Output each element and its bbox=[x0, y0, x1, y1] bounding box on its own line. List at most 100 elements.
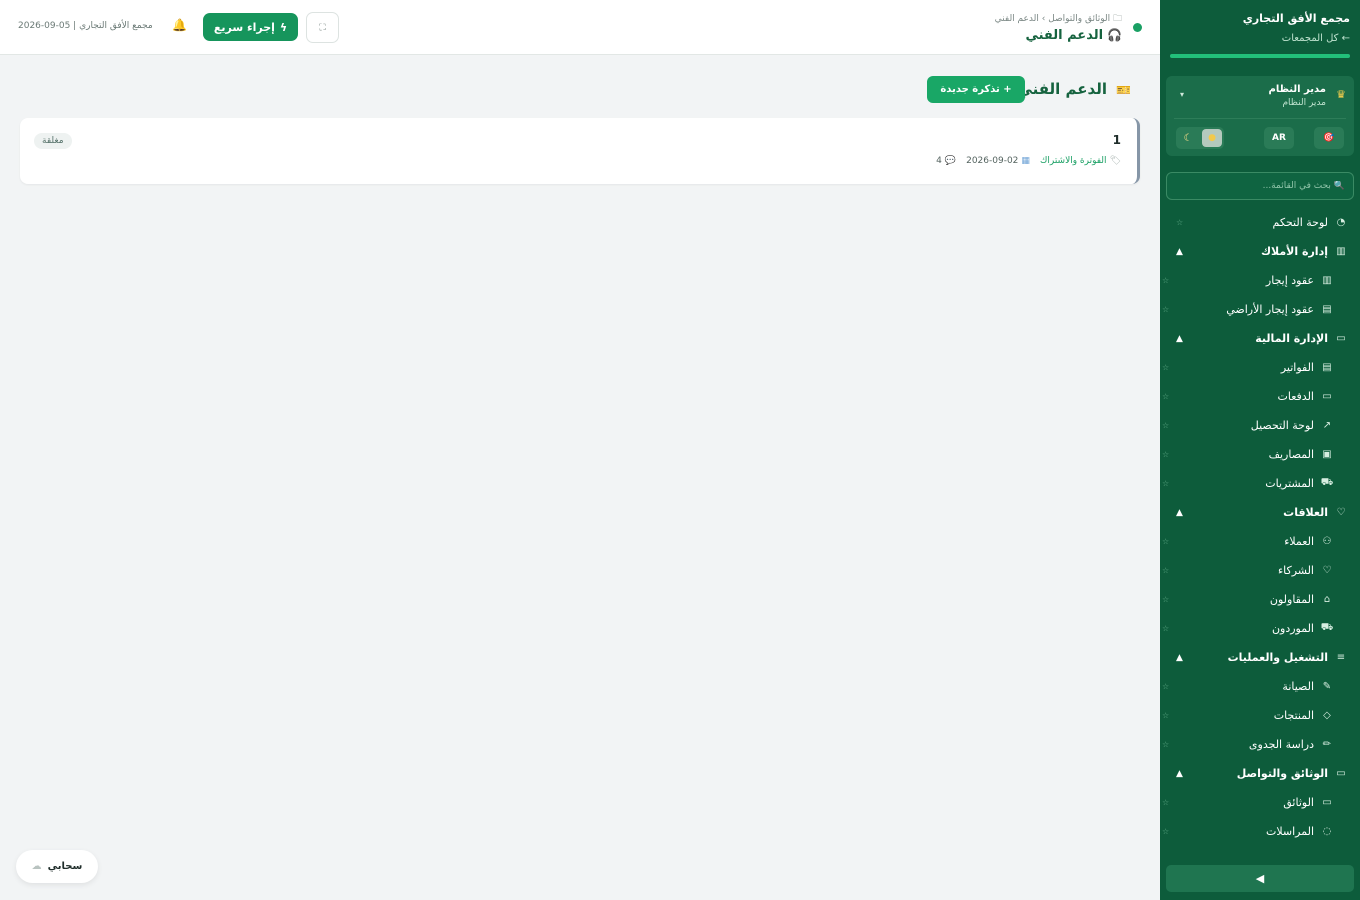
sun-icon[interactable]: ● bbox=[1202, 129, 1222, 147]
caret-up-icon[interactable]: ▲ bbox=[1176, 247, 1183, 257]
sidebar-nav: ◔ لوحة التحكم ☆ ▥ إدارة الأملاك ▲ ▥ عقود إيجار ☆… bbox=[1160, 208, 1360, 846]
sidebar-item-3[interactable]: ▤ عقود إيجار الأراضي ☆ bbox=[1160, 295, 1360, 324]
page-title: 🎧الدعم الفني bbox=[1025, 28, 1122, 43]
sliders-icon: ≡ bbox=[1336, 652, 1346, 663]
language-button[interactable]: AR bbox=[1264, 127, 1294, 149]
caret-up-icon[interactable]: ▲ bbox=[1176, 769, 1183, 779]
sidebar-item-12[interactable]: ♡ الشركاء ☆ bbox=[1160, 556, 1360, 585]
truck-icon: ⛟ bbox=[1320, 622, 1334, 633]
user-role: مدير النظام bbox=[1282, 98, 1326, 108]
sidebar-item-label: المصاريف bbox=[1268, 448, 1314, 461]
sidebar-section-10[interactable]: ♡ العلاقات ▲ bbox=[1160, 498, 1360, 527]
pin-icon[interactable]: ☆ bbox=[1162, 566, 1169, 575]
sidebar-item-label: لوحة التحكم bbox=[1272, 216, 1328, 229]
pin-icon[interactable]: ☆ bbox=[1162, 305, 1169, 314]
headset-icon: 🎧 bbox=[1107, 28, 1122, 42]
sidebar-item-7[interactable]: ↗ لوحة التحصيل ☆ bbox=[1160, 411, 1360, 440]
sidebar-item-6[interactable]: ▭ الدفعات ☆ bbox=[1160, 382, 1360, 411]
brand-block: مجمع الأفق التجاري ← كل المجمعات bbox=[1160, 0, 1360, 44]
date-complex-text: 2026-09-05 | مجمع الأفق التجاري bbox=[18, 21, 153, 31]
sidebar-item-label: عقود إيجار bbox=[1265, 274, 1314, 287]
pin-icon[interactable]: ☆ bbox=[1162, 624, 1169, 633]
ticket-id: 1 bbox=[1112, 133, 1121, 147]
sidebar-item-13[interactable]: ⌂ المقاولون ☆ bbox=[1160, 585, 1360, 614]
breadcrumb-text[interactable]: الوثائق والتواصل › الدعم الفني bbox=[995, 14, 1110, 24]
folder-icon: 🗀 bbox=[1110, 14, 1122, 24]
divider bbox=[1174, 118, 1346, 119]
sidebar-item-2[interactable]: ▥ عقود إيجار ☆ bbox=[1160, 266, 1360, 295]
ticket-icon: 🎫 bbox=[1116, 83, 1131, 97]
sidebar-item-5[interactable]: ▤ الفواتير ☆ bbox=[1160, 353, 1360, 382]
pin-icon[interactable]: ☆ bbox=[1162, 682, 1169, 691]
sidebar-item-9[interactable]: ⛟ المشتريات ☆ bbox=[1160, 469, 1360, 498]
sidebar-item-18[interactable]: ✏ دراسة الجدوى ☆ bbox=[1160, 730, 1360, 759]
collapse-sidebar-button[interactable]: ◀ bbox=[1166, 865, 1354, 892]
sidebar-item-8[interactable]: ▣ المصاريف ☆ bbox=[1160, 440, 1360, 469]
ticket-date: ▦2026-09-02 bbox=[966, 156, 1030, 166]
ticket-replies-count: 4 bbox=[936, 156, 942, 166]
pin-icon[interactable]: ☆ bbox=[1162, 392, 1169, 401]
sidebar-item-21[interactable]: ◌ المراسلات ☆ bbox=[1160, 817, 1360, 846]
caret-up-icon[interactable]: ▲ bbox=[1176, 508, 1183, 518]
sidebar-item-label: عقود إيجار الأراضي bbox=[1226, 303, 1314, 316]
new-ticket-button[interactable]: + تذكرة جديدة bbox=[927, 76, 1025, 103]
pin-icon[interactable]: ☆ bbox=[1162, 595, 1169, 604]
comment-icon: 💬 bbox=[944, 156, 957, 166]
sidebar-item-14[interactable]: ⛟ الموردون ☆ bbox=[1160, 614, 1360, 643]
pin-icon[interactable]: ☆ bbox=[1162, 740, 1169, 749]
dashboard-icon: ◔ bbox=[1336, 217, 1346, 228]
handshake-icon: ♡ bbox=[1322, 565, 1332, 576]
lightning-icon: ϟ bbox=[279, 20, 288, 34]
scroll-icon: ▤ bbox=[1322, 304, 1332, 315]
ticket-replies: 💬4 bbox=[936, 156, 956, 166]
target-button[interactable]: 🎯 bbox=[1314, 127, 1344, 149]
sidebar-item-label: العملاء bbox=[1284, 535, 1314, 548]
fullscreen-button[interactable]: ⛶ bbox=[306, 12, 339, 43]
card-icon: ▭ bbox=[1322, 391, 1332, 402]
sidebar-item-label: التشغيل والعمليات bbox=[1227, 651, 1328, 664]
pin-icon[interactable]: ☆ bbox=[1162, 450, 1169, 459]
users-icon: ⚇ bbox=[1322, 536, 1332, 547]
sidebar-item-20[interactable]: ▭ الوثائق ☆ bbox=[1160, 788, 1360, 817]
pin-icon[interactable]: ☆ bbox=[1162, 537, 1169, 546]
folder-icon: ▭ bbox=[1322, 797, 1332, 808]
ticket-card[interactable]: 1 🏷الفوترة والاشتراك ▦2026-09-02 💬4 مغلق… bbox=[20, 118, 1140, 184]
collapse-arrow-icon: ◀ bbox=[1255, 872, 1265, 885]
sidebar-section-19[interactable]: ▭ الوثائق والتواصل ▲ bbox=[1160, 759, 1360, 788]
building-icon: ▥ bbox=[1322, 275, 1332, 286]
status-badge: مغلقة bbox=[34, 133, 72, 149]
cloud-label: سحابي bbox=[47, 861, 83, 872]
sidebar-section-4[interactable]: ▭ الإدارة المالية ▲ bbox=[1160, 324, 1360, 353]
sidebar-item-16[interactable]: ✎ الصيانة ☆ bbox=[1160, 672, 1360, 701]
user-menu-icon[interactable]: ▾ bbox=[1180, 90, 1184, 99]
all-complexes-link[interactable]: ← كل المجمعات bbox=[1170, 33, 1350, 44]
pin-icon[interactable]: ☆ bbox=[1162, 421, 1169, 430]
invoice-icon: ▤ bbox=[1322, 362, 1332, 373]
sidebar-section-15[interactable]: ≡ التشغيل والعمليات ▲ bbox=[1160, 643, 1360, 672]
sidebar-search bbox=[1166, 172, 1354, 200]
sidebar-item-17[interactable]: ◇ المنتجات ☆ bbox=[1160, 701, 1360, 730]
sidebar-item-0[interactable]: ◔ لوحة التحكم ☆ bbox=[1160, 208, 1360, 237]
pin-icon[interactable]: ☆ bbox=[1162, 827, 1169, 836]
tag-icon: ◇ bbox=[1323, 710, 1331, 721]
sidebar-section-1[interactable]: ▥ إدارة الأملاك ▲ bbox=[1160, 237, 1360, 266]
bell-icon[interactable]: 🔔 bbox=[172, 18, 187, 32]
pin-icon[interactable]: ☆ bbox=[1162, 479, 1169, 488]
quick-action-button[interactable]: ϟ إجراء سريع bbox=[203, 13, 298, 41]
moon-icon[interactable]: ☾ bbox=[1178, 129, 1198, 147]
caret-up-icon[interactable]: ▲ bbox=[1176, 334, 1183, 344]
sidebar-item-11[interactable]: ⚇ العملاء ☆ bbox=[1160, 527, 1360, 556]
pin-icon[interactable]: ☆ bbox=[1162, 363, 1169, 372]
pin-icon[interactable]: ☆ bbox=[1162, 798, 1169, 807]
sidebar-item-label: المقاولون bbox=[1269, 593, 1314, 606]
sidebar-search-input[interactable] bbox=[1175, 181, 1345, 191]
quick-action-label: إجراء سريع bbox=[213, 20, 275, 34]
sidebar-item-label: الدفعات bbox=[1277, 390, 1314, 403]
pin-icon[interactable]: ☆ bbox=[1176, 218, 1183, 227]
handshake-icon: ♡ bbox=[1336, 507, 1346, 518]
theme-toggle[interactable]: ● ☾ bbox=[1176, 127, 1224, 149]
pin-icon[interactable]: ☆ bbox=[1162, 276, 1169, 285]
pin-icon[interactable]: ☆ bbox=[1162, 711, 1169, 720]
cloud-indicator[interactable]: سحابي ☁ bbox=[16, 850, 98, 883]
caret-up-icon[interactable]: ▲ bbox=[1176, 653, 1183, 663]
